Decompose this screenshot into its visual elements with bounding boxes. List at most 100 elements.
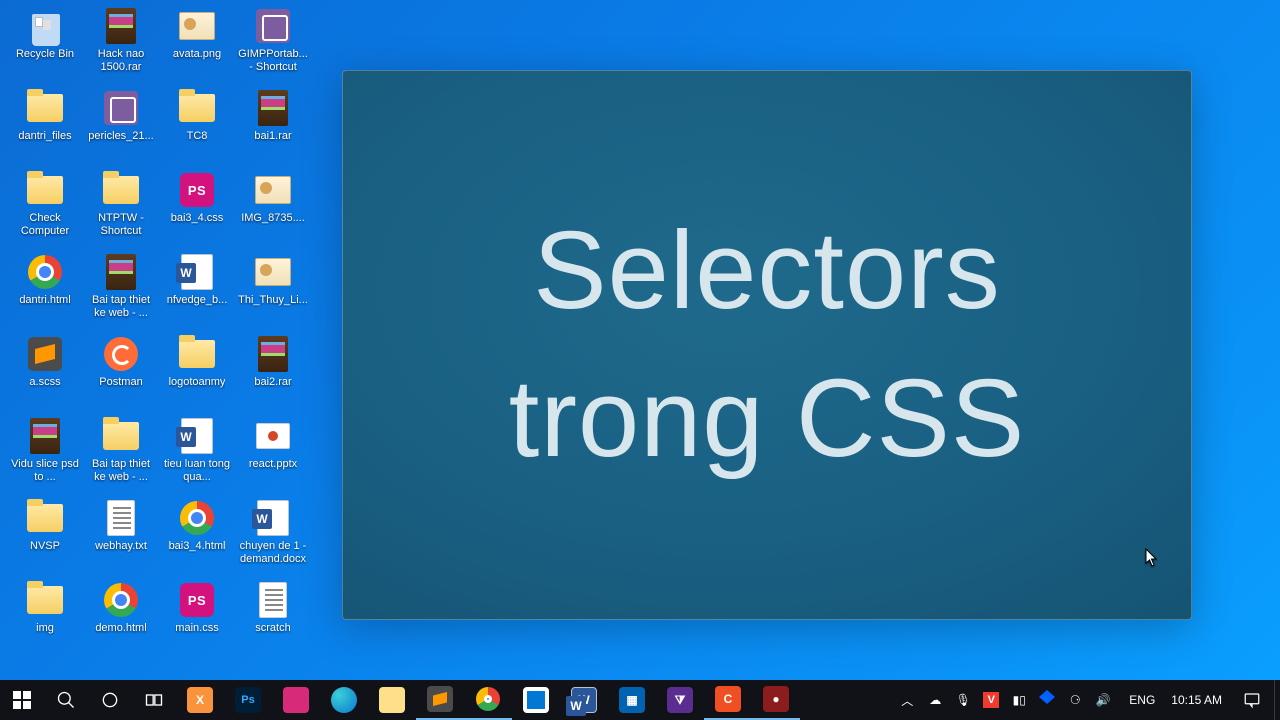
tray-volume-icon[interactable]: 🔊 xyxy=(1095,692,1111,708)
desktop-icon-dantri-html[interactable]: dantri.html xyxy=(8,250,82,332)
icon-label: Thi_Thuy_Li... xyxy=(238,294,308,307)
chrome-icon xyxy=(476,687,500,711)
language-indicator[interactable]: ENG xyxy=(1123,693,1161,707)
word-icon xyxy=(181,418,213,454)
taskbar-app-edge[interactable] xyxy=(320,680,368,720)
sublime-icon xyxy=(28,337,62,371)
taskbar-app-camtasia[interactable]: C xyxy=(704,680,752,720)
desktop-icon-bai2-rar[interactable]: bai2.rar xyxy=(236,332,310,414)
task-view-button[interactable] xyxy=(132,680,176,720)
icon-label: Hack nao 1500.rar xyxy=(85,48,157,74)
ps-icon xyxy=(180,583,214,617)
desktop-icon-img[interactable]: img xyxy=(8,578,82,660)
folder-icon xyxy=(103,422,139,450)
rar-icon xyxy=(106,8,136,44)
taskbar-app-photoshop[interactable]: Ps xyxy=(224,680,272,720)
taskbar-app-chrome[interactable] xyxy=(464,680,512,720)
desktop-icon-tc8[interactable]: TC8 xyxy=(160,86,234,168)
action-center-button[interactable] xyxy=(1232,680,1272,720)
desktop-icon-thi-thuy-li-[interactable]: Thi_Thuy_Li... xyxy=(236,250,310,332)
desktop-icon-recycle-bin[interactable]: Recycle Bin xyxy=(8,4,82,86)
desktop-icon-chuyen-de-1-demand-docx[interactable]: chuyen de 1 - demand.docx xyxy=(236,496,310,578)
search-button[interactable] xyxy=(44,680,88,720)
desktop-icon-nvsp[interactable]: NVSP xyxy=(8,496,82,578)
desktop-icon-nfvedge-b-[interactable]: nfvedge_b... xyxy=(160,250,234,332)
file-explorer-icon xyxy=(379,687,405,713)
desktop-icon-pericles-21-[interactable]: pericles_21... xyxy=(84,86,158,168)
desktop-icon-vidu-slice-psd-to-[interactable]: Vidu slice psd to ... xyxy=(8,414,82,496)
tray-chevron-up-icon[interactable]: ︿ xyxy=(899,692,915,708)
desktop-icon-main-css[interactable]: main.css xyxy=(160,578,234,660)
wamp-icon xyxy=(283,687,309,713)
mouse-cursor-icon xyxy=(1145,548,1159,568)
desktop-icon-avata-png[interactable]: avata.png xyxy=(160,4,234,86)
taskbar-app-word[interactable]: W xyxy=(560,680,608,720)
rar-icon xyxy=(258,336,288,372)
desktop-icon-bai-tap-thiet-ke-web-[interactable]: Bai tap thiet ke web - ... xyxy=(84,250,158,332)
desktop-icon-logotoanmy[interactable]: logotoanmy xyxy=(160,332,234,414)
cortana-button[interactable] xyxy=(88,680,132,720)
desktop-icon-img-8735-[interactable]: IMG_8735.... xyxy=(236,168,310,250)
desktop-icon-react-pptx[interactable]: react.pptx xyxy=(236,414,310,496)
microsoft-store-icon xyxy=(523,687,549,713)
desktop-icon-check-computer[interactable]: Check Computer xyxy=(8,168,82,250)
tray-dropbox-icon[interactable] xyxy=(1039,692,1055,708)
folder-icon xyxy=(27,176,63,204)
desktop-icon-hack-nao-1500-rar[interactable]: Hack nao 1500.rar xyxy=(84,4,158,86)
icon-label: Postman xyxy=(99,376,142,389)
desktop-icon-bai-tap-thiet-ke-web-[interactable]: Bai tap thiet ke web - ... xyxy=(84,414,158,496)
icon-label: Bai tap thiet ke web - ... xyxy=(85,458,157,484)
desktop-icon-bai3-4-html[interactable]: bai3_4.html xyxy=(160,496,234,578)
presentation-overlay: Selectors trong CSS xyxy=(342,70,1192,620)
desktop-icon-a-scss[interactable]: a.scss xyxy=(8,332,82,414)
desktop-icon-postman[interactable]: Postman xyxy=(84,332,158,414)
taskbar-app-recorder[interactable]: ● xyxy=(752,680,800,720)
tray-wifi-icon[interactable]: ⚆ xyxy=(1067,692,1083,708)
desktop-icon-bai1-rar[interactable]: bai1.rar xyxy=(236,86,310,168)
icon-label: a.scss xyxy=(29,376,60,389)
icon-label: img xyxy=(36,622,54,635)
txt-icon xyxy=(107,500,135,536)
system-tray[interactable]: ︿ ☁ 🎙 V ▮▯ ⚆ 🔊 xyxy=(889,692,1121,708)
desktop-icon-scratch[interactable]: scratch xyxy=(236,578,310,660)
desktop-icon-webhay-txt[interactable]: webhay.txt xyxy=(84,496,158,578)
icon-label: bai3_4.css xyxy=(171,212,224,225)
desktop-icon-gimpportab-shortcut[interactable]: GIMPPortab... - Shortcut xyxy=(236,4,310,86)
tray-vivaldi-icon[interactable]: V xyxy=(983,692,999,708)
desktop[interactable]: Recycle Bin Hack nao 1500.raravata.pngGIM… xyxy=(0,0,1280,720)
calendar-icon: ▦ xyxy=(619,687,645,713)
chrome-icon xyxy=(28,255,62,289)
icon-label: NTPTW - Shortcut xyxy=(85,212,157,238)
recorder-icon: ● xyxy=(763,686,789,712)
desktop-icon-tieu-luan-tong-qua-[interactable]: tieu luan tong qua... xyxy=(160,414,234,496)
taskbar-app-wamp[interactable] xyxy=(272,680,320,720)
edge-icon xyxy=(331,687,357,713)
tray-onedrive-icon[interactable]: ☁ xyxy=(927,692,943,708)
taskbar-app-calendar[interactable]: ▦ xyxy=(608,680,656,720)
taskbar-app-file-explorer[interactable] xyxy=(368,680,416,720)
exe-icon xyxy=(104,91,138,125)
sublime-text-icon xyxy=(427,686,453,712)
icon-label: Vidu slice psd to ... xyxy=(9,458,81,484)
taskbar-app-visual-studio[interactable]: ⧩ xyxy=(656,680,704,720)
bin-icon xyxy=(27,6,63,46)
icon-label: Recycle Bin xyxy=(16,48,74,61)
desktop-icon-ntptw-shortcut[interactable]: NTPTW - Shortcut xyxy=(84,168,158,250)
icon-label: logotoanmy xyxy=(169,376,226,389)
tray-battery-icon[interactable]: ▮▯ xyxy=(1011,692,1027,708)
icon-label: pericles_21... xyxy=(88,130,153,143)
clock[interactable]: 10:15 AM xyxy=(1163,694,1230,707)
icon-label: GIMPPortab... - Shortcut xyxy=(237,48,309,74)
start-button[interactable] xyxy=(0,680,44,720)
taskbar-app-sublime-text[interactable] xyxy=(416,680,464,720)
tray-microphone-icon[interactable]: 🎙 xyxy=(955,692,971,708)
desktop-icon-bai3-4-css[interactable]: bai3_4.css xyxy=(160,168,234,250)
taskbar-app-xampp[interactable]: X xyxy=(176,680,224,720)
show-desktop-button[interactable] xyxy=(1274,680,1280,720)
desktop-icon-grid: Recycle Bin Hack nao 1500.raravata.pngGIM… xyxy=(8,4,310,660)
desktop-icon-dantri-files[interactable]: dantri_files xyxy=(8,86,82,168)
desktop-icon-demo-html[interactable]: demo.html xyxy=(84,578,158,660)
icon-label: dantri.html xyxy=(19,294,70,307)
taskbar-app-microsoft-store[interactable] xyxy=(512,680,560,720)
overlay-line1: Selectors xyxy=(533,209,1001,332)
